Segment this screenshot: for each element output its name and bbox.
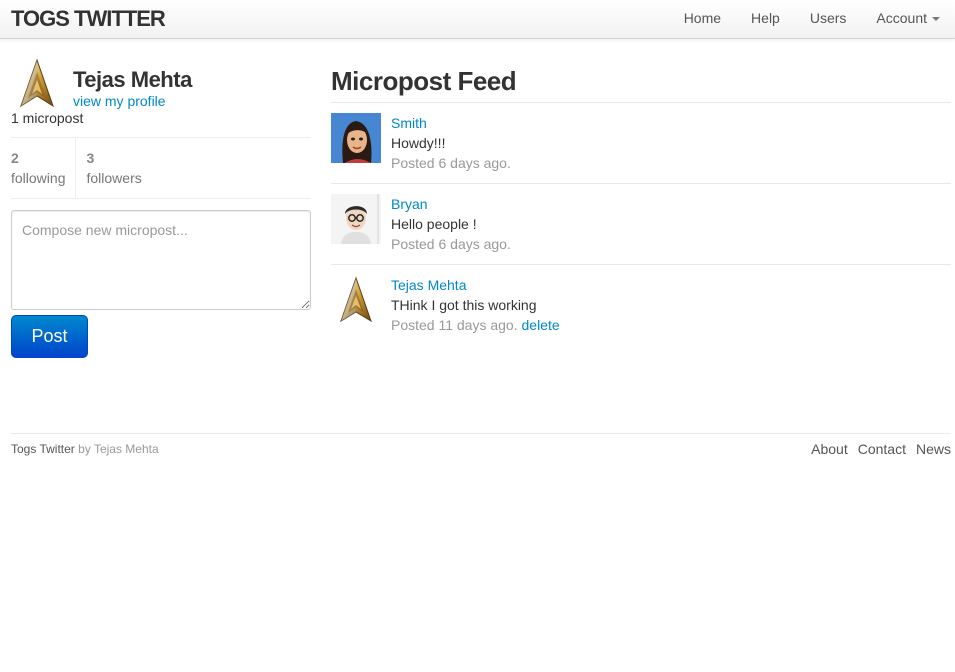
delete-post-link[interactable]: delete [522,317,560,333]
post-content: Hello people ! [391,216,477,232]
following-stat[interactable]: 2 following [11,138,75,198]
post-button[interactable]: Post [11,315,88,358]
nav-users[interactable]: Users [795,0,862,38]
following-label: following [11,170,66,186]
nav-home[interactable]: Home [669,0,736,38]
post-timestamp: Posted 11 days ago. [391,317,518,333]
post-content: THink I got this working [391,297,537,313]
post-author-link[interactable]: Tejas Mehta [391,277,466,293]
caret-down-icon [932,17,940,22]
micropost-feed: Micropost Feed Smith Howdy!!! Posted 6 d… [331,60,951,345]
footer-contact-link[interactable]: Contact [858,441,906,457]
user-sidebar: Tejas Mehta view my profile 1 micropost … [11,55,311,358]
user-name: Tejas Mehta [73,67,192,92]
feed-title: Micropost Feed [331,66,517,96]
feed-list: Smith Howdy!!! Posted 6 days ago. Bryan … [331,102,951,345]
post-timestamp: Posted 6 days ago. [391,155,511,171]
brand-logo[interactable]: TOGS TWITTER [11,6,166,32]
post-timestamp-row: Posted 11 days ago. delete [391,317,560,333]
feed-item: Smith Howdy!!! Posted 6 days ago. [331,103,951,184]
followers-stat[interactable]: 3 followers [75,138,151,198]
man-with-glasses-avatar[interactable] [331,194,381,244]
footer-by-text: by Tejas Mehta [78,442,159,456]
followers-label: followers [86,170,142,186]
follow-stats: 2 following 3 followers [11,137,311,199]
nav-account-dropdown[interactable]: Account [861,0,955,38]
followers-count: 3 [86,150,95,166]
post-content: Howdy!!! [391,135,446,151]
nav-account-label: Account [876,10,927,26]
following-count: 2 [11,150,19,166]
main-nav: Home Help Users Account [669,0,955,38]
compose-micropost-input[interactable] [11,210,311,310]
footer-site-link[interactable]: Togs Twitter [11,442,75,456]
micropost-count: 1 micropost [11,110,84,126]
feed-item: Bryan Hello people ! Posted 6 days ago. [331,184,951,265]
view-profile-link[interactable]: view my profile [73,92,166,110]
post-author-link[interactable]: Bryan [391,196,428,212]
user-info: Tejas Mehta view my profile 1 micropost [11,55,311,126]
footer-about-link[interactable]: About [811,441,848,457]
gold-star-insignia-avatar[interactable] [331,275,381,325]
footer-links: About Contact News [801,441,951,457]
post-author-link[interactable]: Smith [391,115,427,131]
page-footer: Togs Twitter by Tejas Mehta About Contac… [11,433,951,464]
cartoon-woman-avatar[interactable] [331,113,381,163]
footer-news-link[interactable]: News [916,441,951,457]
footer-credits: Togs Twitter by Tejas Mehta [11,442,159,456]
gold-star-insignia-avatar[interactable] [11,58,63,110]
top-navbar: TOGS TWITTER Home Help Users Account [0,0,955,39]
nav-help[interactable]: Help [736,0,795,38]
feed-item: Tejas Mehta THink I got this working Pos… [331,265,951,345]
post-timestamp: Posted 6 days ago. [391,236,511,252]
